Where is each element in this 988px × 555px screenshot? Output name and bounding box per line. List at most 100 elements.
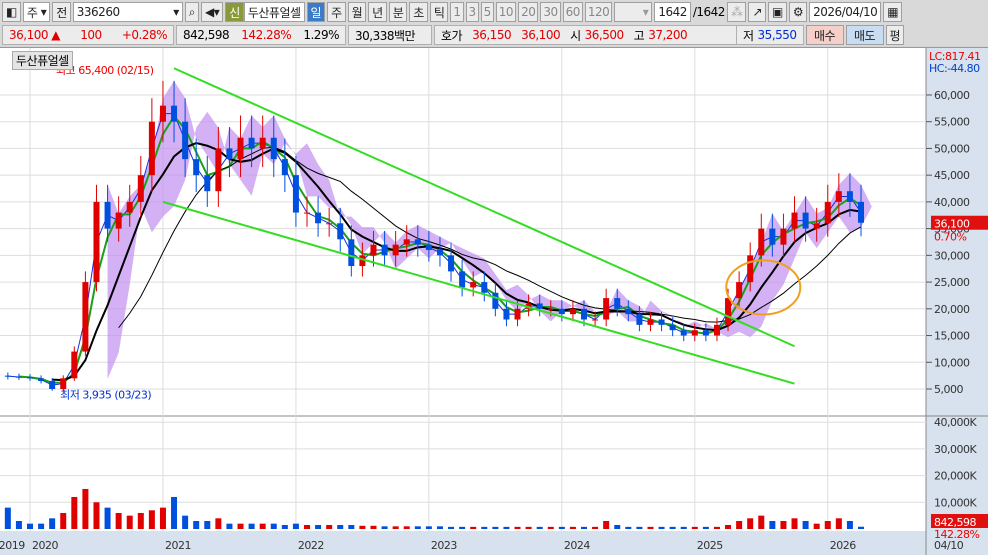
volume-bar [481, 526, 488, 529]
minute-20[interactable]: 20 [518, 2, 539, 22]
low-label: 저 [743, 28, 754, 43]
sell-button[interactable]: 매도 [845, 25, 884, 45]
low-annotation: 최저 3,935 (03/23) [60, 389, 151, 402]
volume-bar [713, 526, 720, 529]
candle-body [558, 308, 565, 315]
candle-body [27, 377, 33, 379]
volume-bar [835, 518, 842, 529]
candle-body [204, 175, 211, 192]
volume-bar [359, 525, 366, 529]
volume-bar [824, 520, 831, 529]
period-year[interactable]: 년 [368, 2, 387, 22]
compare-icon[interactable]: ⁂ [726, 2, 747, 22]
candle-body [259, 137, 266, 149]
candle-body [71, 351, 78, 379]
candle-body [603, 298, 610, 320]
candle-body [625, 308, 632, 315]
volume-bar [403, 526, 410, 529]
minute-60[interactable]: 60 [562, 2, 583, 22]
candle-body [702, 330, 709, 336]
volume-bar [658, 526, 665, 529]
minute-5[interactable]: 5 [480, 2, 494, 22]
price-tick-label: 5,000 [934, 383, 963, 396]
avg-button[interactable]: 평 [885, 25, 905, 45]
trend-line [173, 67, 795, 348]
change-rate: +0.28% [121, 28, 168, 42]
candle-body [304, 212, 310, 214]
candle-body [813, 223, 820, 229]
period-month[interactable]: 월 [347, 2, 367, 22]
chart-area[interactable]: 60,00055,00050,00045,00040,00035,00030,0… [0, 47, 988, 555]
volume-bar [193, 520, 200, 529]
speaker-icon[interactable]: ◀▾ [201, 2, 224, 22]
candle-body [680, 330, 687, 336]
bid-price: 36,100 [521, 28, 561, 42]
x-axis-label: 2025 [697, 539, 723, 552]
x-axis-label: 2022 [298, 539, 324, 552]
candle-body [780, 228, 787, 245]
candle-body [658, 319, 665, 325]
period-second[interactable]: 초 [409, 2, 428, 22]
candle-body [581, 308, 587, 320]
volume-tick-label: 40,000K [934, 416, 977, 429]
period-day[interactable]: 일 [306, 2, 326, 22]
volume-bar [171, 496, 178, 529]
volume-bar [60, 512, 67, 529]
candle-body [835, 191, 842, 202]
period-minute[interactable]: 분 [388, 2, 408, 22]
candle-body [470, 282, 477, 288]
minute-120[interactable]: 120 [584, 2, 613, 22]
volume-bar [425, 526, 432, 529]
minute-3[interactable]: 3 [465, 2, 479, 22]
price-change: 100 [80, 28, 102, 42]
buy-button[interactable]: 매수 [805, 25, 844, 45]
period-week[interactable]: 주 [327, 2, 346, 22]
candle-body [747, 255, 754, 283]
count-input[interactable]: 1642 [654, 2, 691, 22]
prev-button[interactable]: 전 [52, 2, 71, 22]
volume-bar [15, 520, 22, 529]
volume-bar [470, 526, 477, 529]
volume-bar [115, 512, 122, 529]
minute-30[interactable]: 30 [540, 2, 561, 22]
volume-bar [182, 515, 189, 529]
add-indicator-icon[interactable]: ↗ [748, 2, 767, 22]
volume-bar [503, 526, 510, 529]
code-input[interactable]: 336260 ▾ [72, 2, 183, 22]
minute-1[interactable]: 1 [450, 2, 464, 22]
candle-body [448, 255, 455, 272]
unit-select[interactable]: ▾ [614, 2, 653, 22]
volume: 842,598 [183, 28, 230, 42]
last-vol-rate-label: 142.28% [934, 528, 979, 541]
low-price: 35,550 [757, 28, 798, 42]
volume-tick-label: 30,000K [934, 443, 977, 456]
volume-bar [448, 526, 455, 529]
volume-bar [625, 526, 632, 529]
save-icon[interactable]: ▣ [768, 2, 787, 22]
stock-name[interactable]: 두산퓨얼셀 [243, 2, 305, 22]
date-input[interactable]: 2026/04/10 [809, 2, 882, 22]
gear-icon[interactable]: ⚙ [788, 2, 808, 22]
volume-bar [315, 524, 322, 529]
volume-bar [725, 524, 732, 529]
period-tick[interactable]: 틱 [429, 2, 449, 22]
search-icon[interactable]: ⌕ [184, 2, 200, 22]
volume-bar [104, 507, 111, 529]
calendar-icon[interactable]: ▦ [883, 2, 903, 22]
volume-bar [614, 524, 621, 529]
candle-body [414, 239, 421, 245]
x-axis-label: 2020 [32, 539, 58, 552]
volume-bar [392, 526, 399, 529]
candle-body [392, 244, 399, 256]
volume-bar [647, 526, 654, 529]
minute-10[interactable]: 10 [495, 2, 517, 22]
candle-body [226, 148, 233, 160]
candle-body [171, 105, 178, 122]
candle-body [337, 223, 344, 240]
volume-bar [547, 526, 554, 529]
market-select[interactable]: 주 ▾ [22, 2, 51, 22]
volume-bar [791, 518, 798, 529]
candle-body [736, 282, 743, 299]
layout-icon[interactable]: ◧ [2, 2, 21, 22]
volume-bar [581, 526, 587, 529]
